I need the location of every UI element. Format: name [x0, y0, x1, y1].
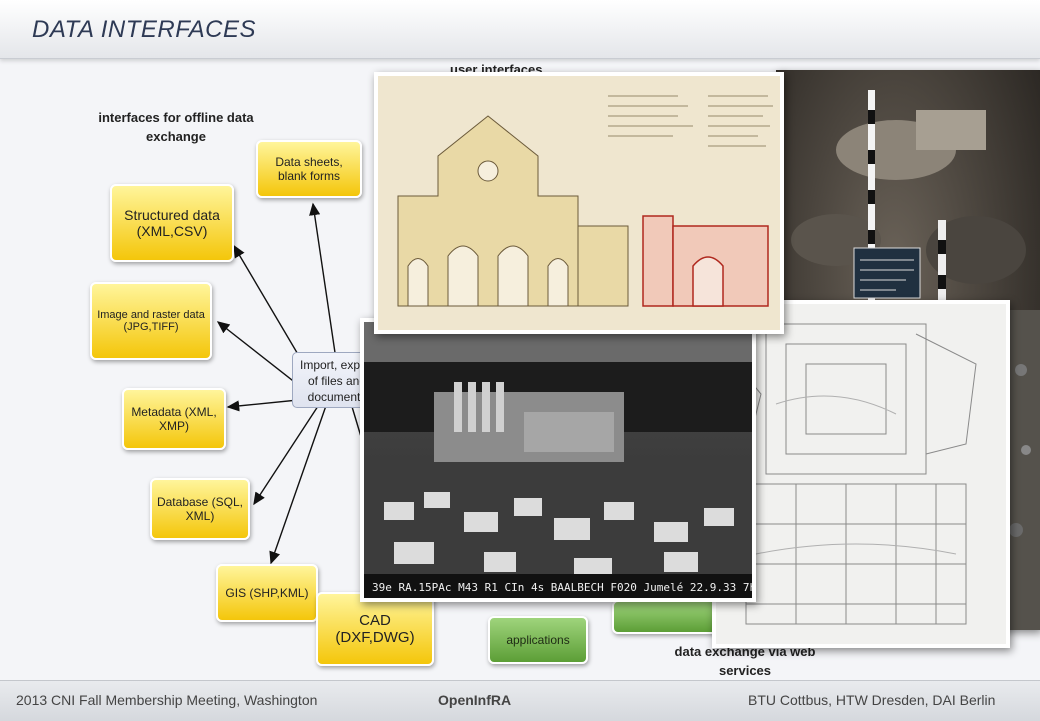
metadata-box: Metadata (XML, XMP) [122, 388, 226, 450]
metadata-label: Metadata (XML, XMP) [131, 405, 217, 433]
aerial-image [364, 322, 752, 598]
applications-box: applications [488, 616, 588, 664]
datasheets-box: Data sheets, blank forms [256, 140, 362, 198]
gis-label: GIS (SHP,KML) [225, 586, 309, 600]
image-raster-box: Image and raster data (JPG,TIFF) [90, 282, 212, 360]
webservice-box [612, 600, 722, 634]
plan-image [716, 304, 1006, 644]
aerial-photo: 39e RA.15PAc M43 R1 CIn 4s BAALBECH F020… [360, 318, 756, 602]
structured-data-box: Structured data (XML,CSV) [110, 184, 234, 262]
footer-right: BTU Cottbus, HTW Dresden, DAI Berlin [748, 692, 996, 708]
structured-data-label: Structured data (XML,CSV) [124, 207, 220, 239]
arrow-database [253, 399, 323, 506]
arrow-gis [269, 399, 329, 565]
site-plan-drawing [712, 300, 1010, 648]
datasheets-label: Data sheets, blank forms [275, 155, 343, 183]
footer-left: 2013 CNI Fall Membership Meeting, Washin… [16, 692, 318, 708]
gis-box: GIS (SHP,KML) [216, 564, 318, 622]
drawing-image [378, 76, 780, 330]
cad-label: CAD (DXF,DWG) [335, 612, 415, 646]
architectural-drawing [374, 72, 784, 334]
image-raster-label: Image and raster data (JPG,TIFF) [97, 309, 205, 333]
cad-box: CAD (DXF,DWG) [316, 592, 434, 666]
applications-label: applications [506, 633, 570, 647]
aerial-caption: 39e RA.15PAc M43 R1 CIn 4s BAALBECH F020… [372, 581, 752, 594]
database-label: Database (SQL, XML) [156, 495, 244, 523]
database-box: Database (SQL, XML) [150, 478, 250, 540]
footer-center: OpenInfRA [438, 692, 512, 708]
